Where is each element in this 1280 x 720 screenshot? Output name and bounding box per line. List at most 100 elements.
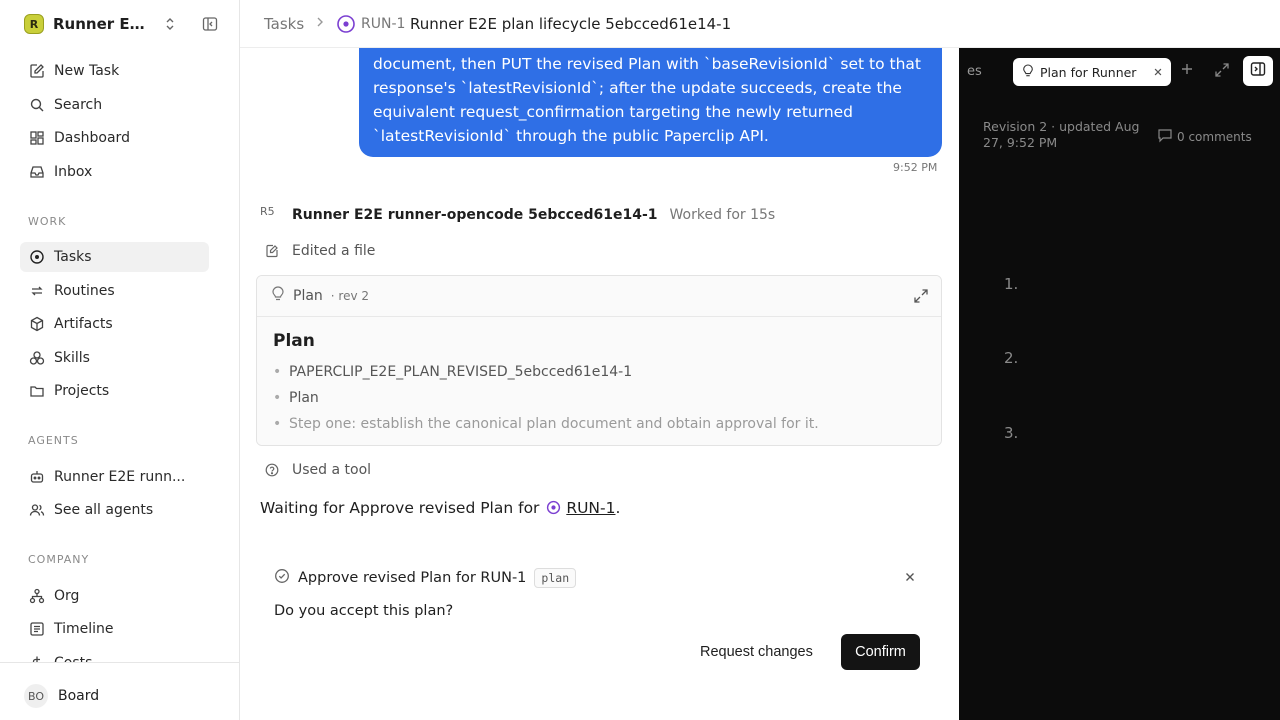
confirmation-header: Approve revised Plan for RUN-1 plan <box>274 566 577 590</box>
nav-label: Inbox <box>54 164 93 180</box>
users-icon <box>28 501 46 519</box>
breadcrumb-tasks[interactable]: Tasks <box>264 15 304 33</box>
lightbulb-icon <box>1022 63 1034 81</box>
section-company: COMPANY <box>28 553 90 566</box>
edited-file-label: Edited a file <box>292 243 376 259</box>
sidebar-toggle-icon[interactable] <box>202 16 218 36</box>
issue-status-icon <box>546 500 561 519</box>
plus-icon[interactable] <box>1180 62 1194 80</box>
sidebar: R Runner E2E New Task Search Dashboard I… <box>0 0 240 720</box>
edited-file-row[interactable]: Edited a file <box>264 241 375 261</box>
plan-title: Plan <box>273 331 315 351</box>
plan-label: Plan <box>293 288 323 304</box>
message-line: document, then PUT the revised Plan with… <box>373 55 921 73</box>
section-agents: AGENTS <box>28 434 79 447</box>
nav-dashboard[interactable]: Dashboard <box>20 123 209 153</box>
skills-icon <box>28 349 46 367</box>
nav-label: Timeline <box>54 621 114 637</box>
nav-routines[interactable]: Routines <box>20 276 209 306</box>
nav-see-all-agents[interactable]: See all agents <box>20 495 209 525</box>
used-tool-label: Used a tool <box>292 462 372 478</box>
comments-count[interactable]: 0 comments <box>1157 127 1252 146</box>
nav-inbox[interactable]: Inbox <box>20 157 209 187</box>
chevron-right-icon <box>314 15 326 33</box>
confirmation-card: Approve revised Plan for RUN-1 plan Do y… <box>256 548 942 688</box>
waiting-status: Waiting for Approve revised Plan for RUN… <box>260 499 620 519</box>
comments-label: 0 comments <box>1177 129 1252 144</box>
nav-label: New Task <box>54 63 120 79</box>
previous-tab[interactable]: es <box>967 64 982 79</box>
message-line: equivalent request_confirmation targetin… <box>373 103 854 121</box>
panel-toggle-button[interactable] <box>1243 56 1273 86</box>
issue-link[interactable]: RUN-1 <box>566 499 615 517</box>
org-icon <box>28 587 46 605</box>
nav-skills[interactable]: Skills <box>20 343 209 373</box>
inbox-icon <box>28 163 46 181</box>
close-tab-icon[interactable] <box>1153 65 1163 80</box>
sidebar-footer[interactable]: BO Board <box>0 662 239 720</box>
dashboard-icon <box>28 129 46 147</box>
tab-plan[interactable]: Plan for Runner E2E <box>1013 58 1171 86</box>
nav-label: Dashboard <box>54 130 130 146</box>
plan-card: Plan · rev 2 Plan PAPERCLIP_E2E_PLAN_REV… <box>256 275 942 446</box>
agent-avatar: R5 <box>260 205 275 218</box>
issue-id: RUN-1 <box>361 16 406 32</box>
nav-new-task[interactable]: New Task <box>20 56 209 86</box>
nav-label: Projects <box>54 383 110 399</box>
check-circle-icon <box>274 568 290 588</box>
nav-label: See all agents <box>54 502 154 518</box>
expand-icon[interactable] <box>913 288 929 308</box>
used-tool-row[interactable]: Used a tool <box>264 460 371 480</box>
request-changes-button[interactable]: Request changes <box>692 634 821 670</box>
plan-preview-panel: Revision 2 · updated Aug 27, 9:52 PM 0 c… <box>959 48 1280 720</box>
nav-label: Skills <box>54 350 90 366</box>
nav-org[interactable]: Org <box>20 581 209 611</box>
plan-item: Plan <box>273 385 925 411</box>
avatar: BO <box>24 684 48 708</box>
file-edit-icon <box>264 243 280 259</box>
agent-run-header: R5 Runner E2E runner-opencode 5ebcced61e… <box>260 205 775 225</box>
waiting-prefix: Waiting for Approve revised Plan for <box>260 499 540 517</box>
chevron-updown-icon[interactable] <box>162 16 178 36</box>
nav-label: Search <box>54 97 103 113</box>
plan-item: PAPERCLIP_E2E_PLAN_REVISED_5ebcced61e14-… <box>273 359 925 385</box>
list-number: 1. <box>1004 275 1019 293</box>
nav-artifacts[interactable]: Artifacts <box>20 309 209 339</box>
cube-icon <box>28 315 46 333</box>
plan-tag: plan <box>534 568 577 588</box>
message-line: response's `latestRevisionId`; after the… <box>373 79 902 97</box>
workspace-switcher[interactable]: R Runner E2E <box>24 13 224 35</box>
nav-tasks[interactable]: Tasks <box>20 242 209 272</box>
worked-duration: Worked for 15s <box>669 207 776 223</box>
tab-label: Plan for Runner E2E <box>1040 64 1138 80</box>
nav-label: Routines <box>54 283 115 299</box>
revision-meta: Revision 2 · updated Aug 27, 9:52 PM <box>983 119 1140 150</box>
repeat-icon <box>28 282 46 300</box>
nav-agent-runner[interactable]: Runner E2E runn... <box>20 462 209 492</box>
message-line: `latestRevisionId` through the public Pa… <box>373 127 769 145</box>
lightbulb-icon <box>271 286 285 306</box>
section-work: WORK <box>28 215 67 228</box>
plan-item: Step one: establish the canonical plan d… <box>273 411 925 437</box>
top-bar: Tasks RUN-1 Runner E2E plan lifecycle 5e… <box>240 0 1280 48</box>
confirm-button[interactable]: Confirm <box>841 634 920 670</box>
close-icon[interactable] <box>904 571 916 587</box>
workspace-logo: R <box>24 14 44 34</box>
user-message-bubble: document, then PUT the revised Plan with… <box>359 40 942 157</box>
issue-status-icon <box>336 14 356 38</box>
panel-tab-bar: es Plan for Runner E2E <box>959 48 1280 96</box>
plan-card-header[interactable]: Plan · rev 2 <box>257 276 941 317</box>
nav-label: Org <box>54 588 80 604</box>
board-label: Board <box>58 688 100 704</box>
circle-dot-icon <box>28 248 46 266</box>
agent-name[interactable]: Runner E2E runner-opencode 5ebcced61e14-… <box>292 207 658 223</box>
message-time: 9:52 PM <box>893 161 938 174</box>
nav-search[interactable]: Search <box>20 90 209 120</box>
nav-timeline[interactable]: Timeline <box>20 614 209 644</box>
nav-projects[interactable]: Projects <box>20 376 209 406</box>
bot-icon <box>28 468 46 486</box>
nav-label: Artifacts <box>54 316 113 332</box>
folder-icon <box>28 382 46 400</box>
plan-rev: · rev 2 <box>330 289 370 303</box>
expand-icon[interactable] <box>1214 62 1230 82</box>
